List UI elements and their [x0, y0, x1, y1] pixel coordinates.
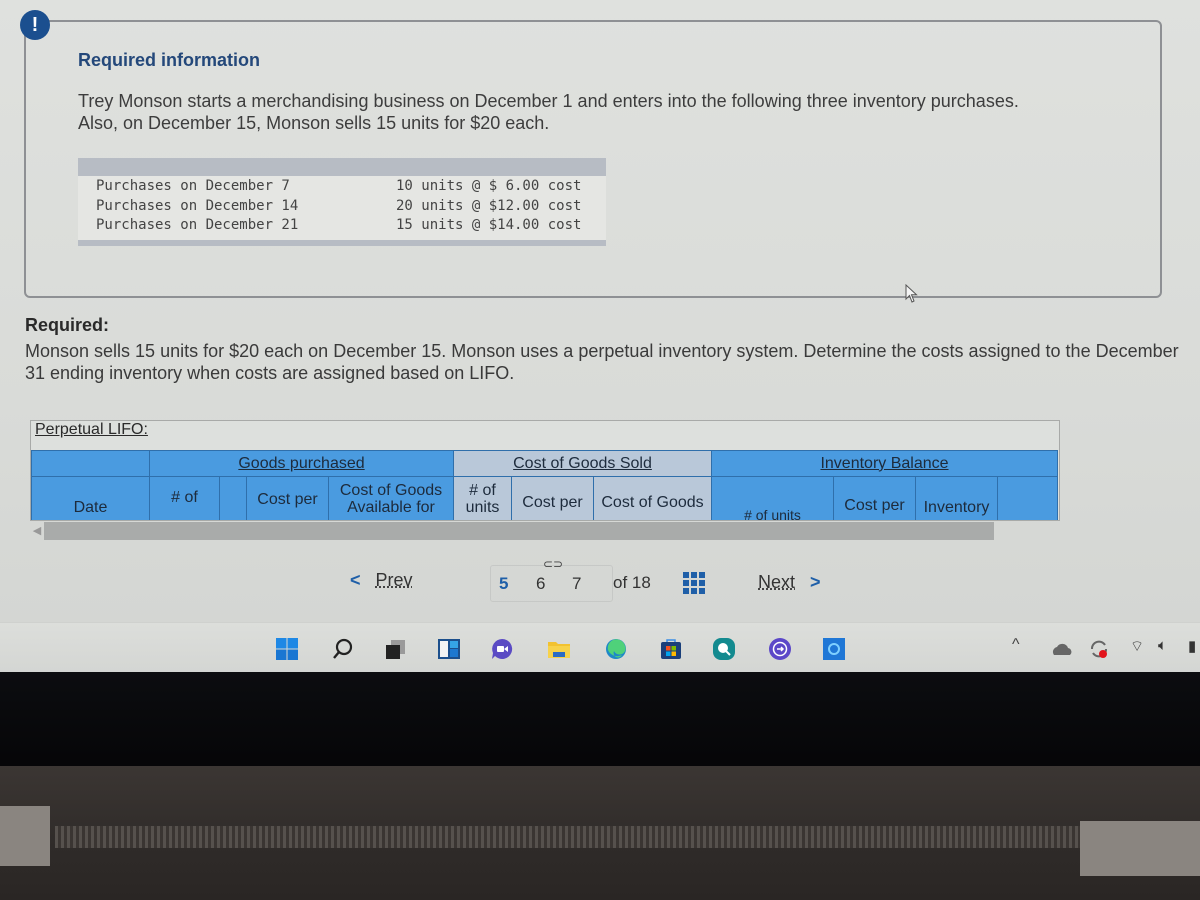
page-6-button[interactable]: 6: [536, 574, 545, 594]
sync-status-icon[interactable]: [1087, 637, 1111, 661]
tray-overflow-chevron-icon[interactable]: ^: [1012, 636, 1020, 654]
edge-browser-icon[interactable]: [604, 637, 628, 661]
purchases-table-header-bar: [78, 158, 606, 176]
purchase-label: Purchases on December 7: [96, 178, 290, 194]
wifi-icon[interactable]: ⌔: [1130, 637, 1144, 656]
purchase-detail: 15 units @ $14.00 cost: [396, 217, 582, 233]
scrollbar-thumb[interactable]: [44, 522, 994, 540]
scroll-left-icon[interactable]: ◀: [30, 521, 44, 541]
purchase-row: Purchases on December 21 15 units @ $14.…: [78, 216, 606, 236]
alexa-icon[interactable]: [822, 637, 846, 661]
page-5-button[interactable]: 5: [499, 574, 508, 594]
laptop-body: [0, 766, 1200, 900]
battery-icon[interactable]: ▮: [1188, 637, 1196, 655]
keyboard-vent: [55, 826, 1080, 848]
link-icon: ⊂⊃: [543, 557, 564, 571]
purchased-units-header: # of: [171, 489, 198, 506]
purchase-detail: 10 units @ $ 6.00 cost: [396, 178, 582, 194]
perpetual-lifo-label: Perpetual LIFO:: [35, 421, 148, 438]
purchased-cost-per-header: Cost per: [257, 491, 318, 508]
cogs-cost-per-header: Cost per: [522, 494, 583, 511]
balance-cost-per-header: Cost per: [844, 497, 905, 514]
required-title: Required:: [25, 315, 110, 335]
cost-of-goods-sold-header: Cost of Goods Sold: [453, 450, 712, 477]
onedrive-icon[interactable]: [1050, 637, 1074, 661]
purchase-row: Purchases on December 14 20 units @ $12.…: [78, 197, 606, 217]
balance-spacer-cell: [997, 476, 1058, 520]
required-text: Monson sells 15 units for $20 each on De…: [25, 341, 1179, 383]
purchased-spacer-cell: [219, 476, 247, 520]
perpetual-lifo-table: Goods purchased Cost of Goods Sold Inven…: [31, 450, 1058, 521]
task-view-icon[interactable]: [383, 637, 407, 661]
right-hinge: [1080, 821, 1200, 876]
sync-app-icon[interactable]: [768, 637, 792, 661]
date-column-header: Date: [73, 499, 108, 516]
info-text: Trey Monson starts a merchandising busin…: [78, 91, 1019, 133]
next-label: Next: [758, 572, 796, 592]
search-icon[interactable]: [331, 637, 355, 661]
cogs-cost-header: Cost of Goods: [601, 494, 704, 511]
question-pagination: < Prev ⊂⊃ 5 6 7 of 18 Next >: [350, 557, 840, 602]
microsoft-store-icon[interactable]: [659, 637, 683, 661]
grid-view-icon[interactable]: [683, 572, 705, 594]
screen: ! Required information Trey Monson start…: [0, 0, 1200, 672]
search-app-icon[interactable]: [712, 637, 736, 661]
perpetual-lifo-worksheet: Perpetual LIFO: Goods purchased Cost of …: [30, 420, 1060, 521]
purchase-label: Purchases on December 21: [96, 217, 299, 233]
inventory-balance-header: Inventory Balance: [711, 450, 1058, 477]
file-explorer-icon[interactable]: [547, 637, 571, 661]
mouse-cursor-icon: [905, 284, 918, 303]
purchases-table: Purchases on December 7 10 units @ $ 6.0…: [78, 158, 606, 246]
prev-label: Prev: [375, 570, 413, 590]
alert-icon: !: [20, 10, 50, 40]
prev-button[interactable]: < Prev: [350, 570, 413, 591]
goods-purchased-header: Goods purchased: [149, 450, 454, 477]
balance-inventory-header: Inventory: [923, 499, 990, 516]
next-button[interactable]: Next >: [758, 572, 821, 593]
horizontal-scrollbar[interactable]: ◀: [30, 521, 1060, 541]
purchase-row: Purchases on December 7 10 units @ $ 6.0…: [78, 177, 606, 197]
purchase-label: Purchases on December 14: [96, 197, 299, 214]
purchases-table-footer-bar: [78, 239, 606, 246]
teams-chat-icon[interactable]: [490, 637, 514, 661]
date-group-header: [31, 450, 150, 477]
page-total: of 18: [613, 573, 651, 592]
purchase-detail: 20 units @ $12.00 cost: [396, 197, 582, 214]
purchased-available-header: Cost of Goods Available for: [339, 482, 443, 516]
taskbar: ^ ⌔ 🔈︎ ▮: [0, 622, 1200, 672]
page-7-button[interactable]: 7: [572, 574, 581, 594]
volume-icon[interactable]: 🔈︎: [1158, 637, 1167, 654]
chevron-left-icon: <: [350, 570, 361, 590]
page-selector: ⊂⊃ 5 6 7: [490, 557, 613, 602]
laptop-bezel: [0, 672, 1200, 772]
left-hinge: [0, 806, 50, 866]
cogs-units-header: # of units: [465, 482, 500, 516]
balance-units-header: # of units: [744, 507, 801, 521]
info-title: Required information: [78, 50, 261, 70]
widgets-icon[interactable]: [437, 637, 461, 661]
chevron-right-icon: >: [810, 572, 821, 592]
windows-start-icon[interactable]: [275, 637, 299, 661]
